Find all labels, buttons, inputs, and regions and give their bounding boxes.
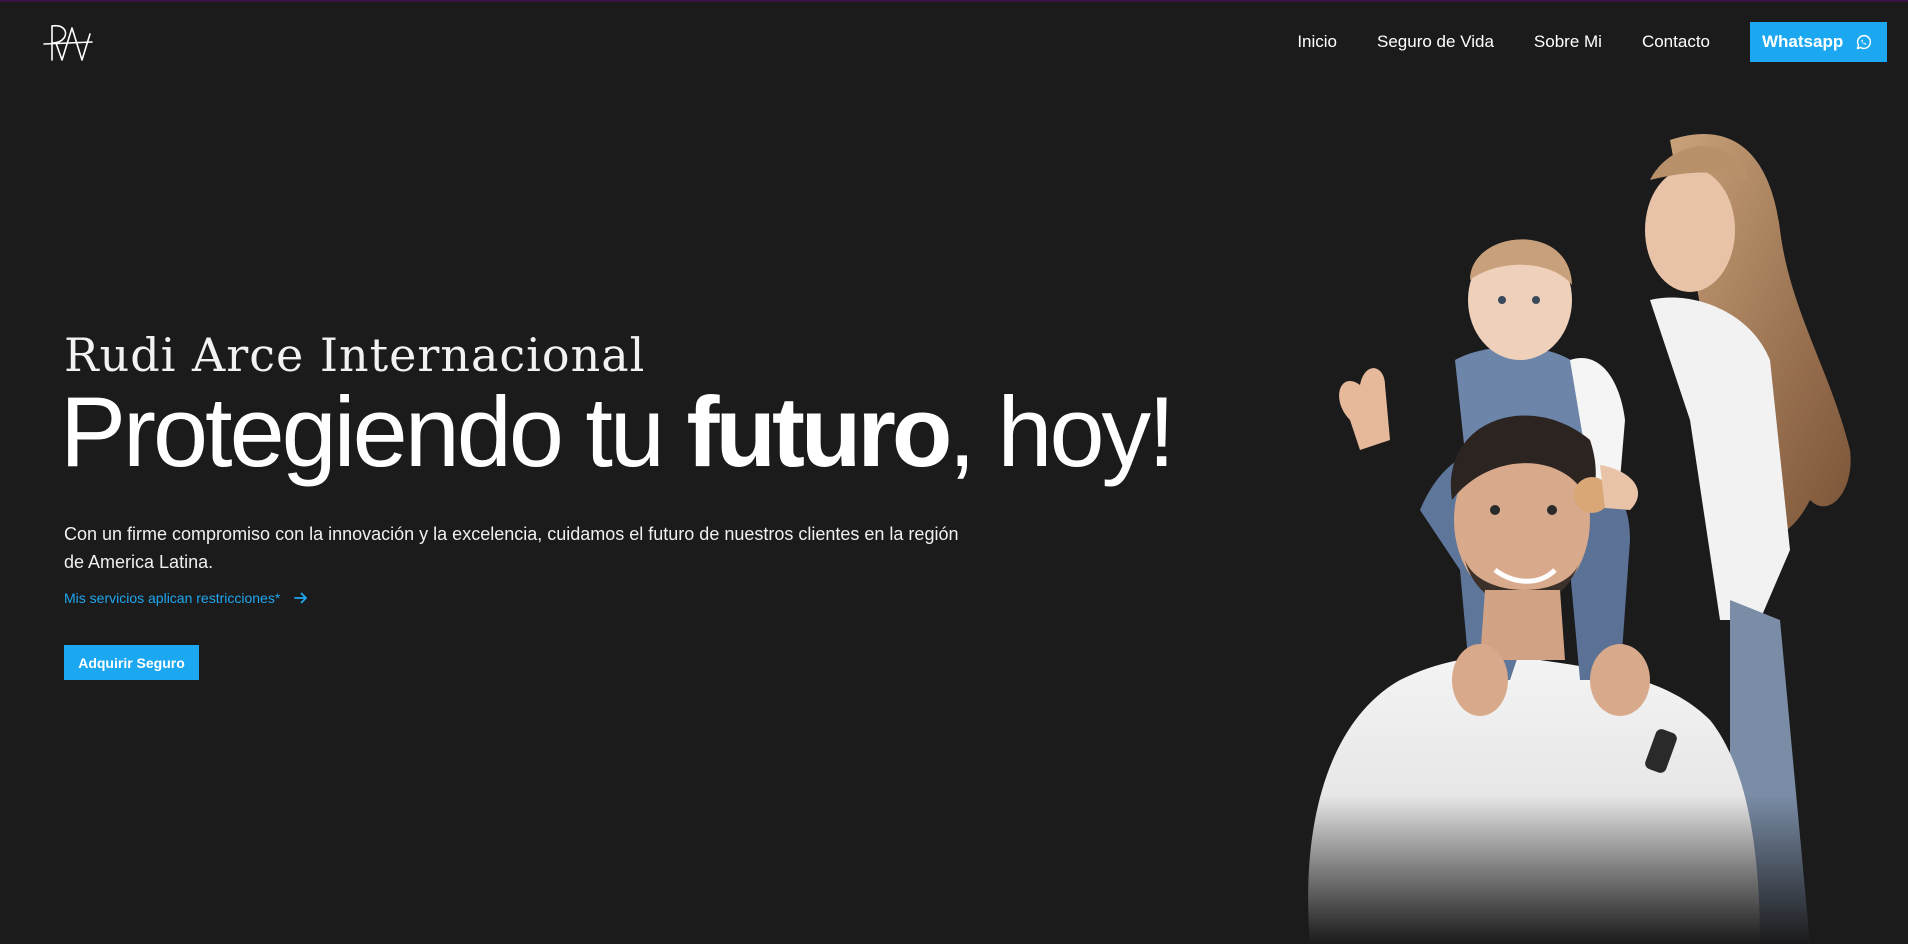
- nav-inicio[interactable]: Inicio: [1297, 32, 1337, 52]
- nav-sobre-mi[interactable]: Sobre Mi: [1534, 32, 1602, 52]
- whatsapp-button[interactable]: Whatsapp: [1750, 22, 1887, 62]
- logo[interactable]: RA: [42, 22, 98, 64]
- hero-description: Con un firme compromiso con la innovació…: [64, 524, 959, 572]
- whatsapp-label: Whatsapp: [1762, 32, 1844, 51]
- headline-pre: Protegiendo tu: [60, 376, 687, 487]
- brand-name: Rudi Arce Internacional: [64, 328, 646, 382]
- headline-bold: futuro: [686, 376, 953, 487]
- headline-post: , hoy!: [948, 376, 1175, 487]
- nav-contacto[interactable]: Contacto: [1642, 32, 1710, 52]
- top-accent-line: [0, 0, 1908, 2]
- hero-headline: Protegiendo tu futuro, hoy!: [60, 376, 1176, 487]
- whatsapp-icon: [1857, 34, 1872, 49]
- restrictions-link[interactable]: Mis servicios aplican restricciones*: [64, 590, 308, 606]
- adquirir-seguro-button[interactable]: Adquirir Seguro: [64, 645, 199, 680]
- main-nav: Inicio Seguro de Vida Sobre Mi Contacto …: [1297, 22, 1887, 62]
- arrow-right-icon: [294, 592, 308, 604]
- family-photo: [1308, 134, 1851, 944]
- nav-seguro-de-vida[interactable]: Seguro de Vida: [1377, 32, 1494, 52]
- restrictions-text: Mis servicios aplican restricciones*: [64, 590, 281, 606]
